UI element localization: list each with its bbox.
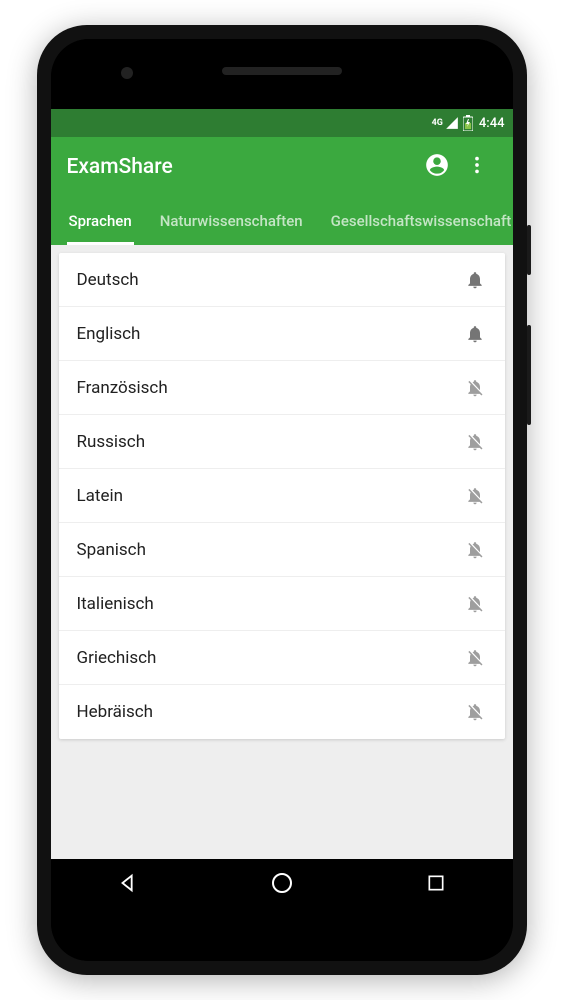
list-item-label: Deutsch [77,270,463,290]
signal-icon [445,116,459,130]
phone-bezel-bottom [51,911,513,961]
circle-home-icon [270,871,294,899]
phone-bezel-top [51,39,513,109]
app-title: ExamShare [67,155,417,179]
bell-off-icon[interactable] [463,700,487,724]
nav-recent-button[interactable] [396,865,476,905]
account-button[interactable] [417,147,457,187]
tab-label: Sprachen [69,212,132,230]
bell-on-icon[interactable] [463,322,487,346]
tab-label: Gesellschaftswissenschaft [331,212,512,230]
list-item[interactable]: Griechisch [59,631,505,685]
account-icon [424,152,450,182]
bell-on-icon[interactable] [463,268,487,292]
list-item-label: Italienisch [77,594,463,614]
app-bar: ExamShare [51,137,513,197]
triangle-back-icon [117,872,139,898]
volume-button [527,325,531,425]
list-item[interactable]: Italienisch [59,577,505,631]
list-item-label: Latein [77,486,463,506]
network-label: 4G [432,118,443,128]
list-item[interactable]: Spanisch [59,523,505,577]
status-bar: 4G 4:44 [51,109,513,137]
list-item-label: Spanisch [77,540,463,560]
content: Deutsch Englisch Französisch Russisch Latein… [51,245,513,859]
list-card: Deutsch Englisch Französisch Russisch Latein… [59,253,505,739]
list-item[interactable]: Latein [59,469,505,523]
android-nav-bar [51,859,513,911]
bell-off-icon[interactable] [463,484,487,508]
bell-off-icon[interactable] [463,430,487,454]
tab-naturwissenschaften[interactable]: Naturwissenschaften [146,197,317,245]
list-item-label: Französisch [77,378,463,398]
list-item-label: Griechisch [77,648,463,668]
front-camera [121,67,133,79]
bell-off-icon[interactable] [463,538,487,562]
nav-home-button[interactable] [242,865,322,905]
clock: 4:44 [479,116,505,131]
more-vert-icon [466,154,488,180]
square-recent-icon [426,873,446,897]
phone-speaker [222,67,342,75]
bell-off-icon[interactable] [463,376,487,400]
tab-bar: Sprachen Naturwissenschaften Gesellschaf… [51,197,513,245]
tab-gesellschaftswissenschaft[interactable]: Gesellschaftswissenschaft [317,197,513,245]
tab-label: Naturwissenschaften [160,212,303,230]
phone-inner: 4G 4:44 ExamShare [51,39,513,961]
list-item[interactable]: Englisch [59,307,505,361]
power-button [527,225,531,275]
list-item-label: Hebräisch [77,702,463,722]
list-item[interactable]: Französisch [59,361,505,415]
list-item-label: Russisch [77,432,463,452]
list-item[interactable]: Deutsch [59,253,505,307]
phone-frame: 4G 4:44 ExamShare [37,25,527,975]
bell-off-icon[interactable] [463,592,487,616]
list-item-label: Englisch [77,324,463,344]
list-item[interactable]: Hebräisch [59,685,505,739]
battery-icon [463,115,473,131]
tab-sprachen[interactable]: Sprachen [55,197,146,245]
bell-off-icon[interactable] [463,646,487,670]
list-item[interactable]: Russisch [59,415,505,469]
nav-back-button[interactable] [88,865,168,905]
screen: 4G 4:44 ExamShare [51,109,513,911]
overflow-menu-button[interactable] [457,147,497,187]
